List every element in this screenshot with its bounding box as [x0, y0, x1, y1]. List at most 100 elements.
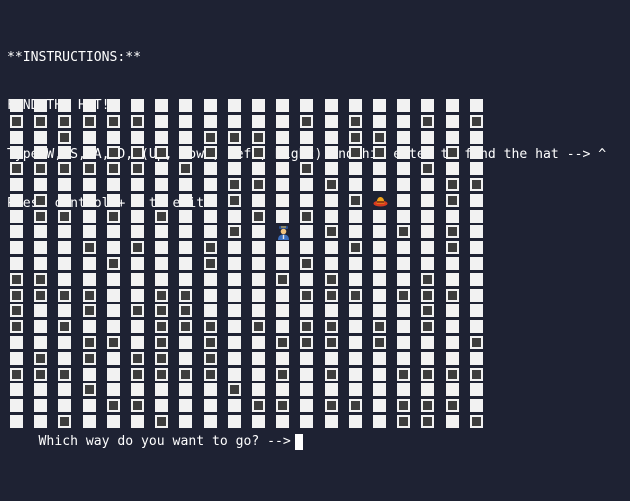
field-cell [131, 225, 144, 239]
field-cell [227, 272, 241, 286]
hole-cell [106, 399, 120, 413]
field-cell [445, 415, 459, 428]
field-cell [252, 367, 265, 381]
hole-cell [276, 336, 290, 349]
hole-cell [397, 415, 411, 428]
text-cursor[interactable] [294, 434, 303, 450]
field-cell [82, 146, 96, 160]
field-cell [10, 241, 23, 255]
field-cell [373, 99, 386, 112]
hole-cell [397, 288, 411, 302]
field-cell [324, 241, 338, 255]
field-cell [300, 225, 314, 239]
field-cell [227, 320, 241, 334]
hole-cell [155, 351, 169, 365]
field-cell [445, 336, 459, 349]
field-cell [397, 383, 411, 397]
field-cell [10, 99, 23, 112]
field-cell [252, 99, 265, 112]
hole-cell [324, 225, 338, 239]
field-cell [373, 415, 386, 428]
hole-cell [82, 241, 96, 255]
hole-cell [34, 272, 48, 286]
field-cell [34, 225, 48, 239]
hole-cell [227, 225, 241, 239]
field-cell [106, 178, 120, 191]
input-prompt[interactable]: Which way do you want to go? --> [7, 418, 303, 466]
field-cell [324, 146, 338, 160]
field-cell [82, 320, 96, 334]
field-cell [373, 351, 386, 365]
field-cell [324, 383, 338, 397]
field-cell [58, 146, 72, 160]
hole-cell [300, 209, 314, 223]
field-cell [397, 114, 411, 128]
hole-cell [34, 351, 48, 365]
field-cell [445, 320, 459, 334]
field-cell [348, 320, 362, 334]
field-cell [324, 162, 338, 176]
field-cell [397, 130, 411, 144]
hole-cell [276, 367, 290, 381]
hole-cell [276, 399, 290, 413]
field-cell [421, 193, 435, 207]
field-cell [348, 383, 362, 397]
hole-cell [421, 367, 435, 381]
field-cell [179, 257, 193, 270]
field-cell [324, 351, 338, 365]
hole-cell [300, 288, 314, 302]
field-cell [227, 99, 241, 112]
field-cell [469, 99, 483, 112]
instructions-heading: **INSTRUCTIONS:** [7, 49, 142, 65]
field-cell [397, 146, 411, 160]
field-cell [252, 383, 265, 397]
hole-cell [469, 178, 483, 191]
field-cell [469, 209, 483, 223]
hole-cell [179, 288, 193, 302]
field-cell [34, 241, 48, 255]
hole-cell [34, 209, 48, 223]
field-cell [252, 288, 265, 302]
field-cell [203, 399, 217, 413]
field-cell [179, 130, 193, 144]
field-cell [227, 209, 241, 223]
hole-cell [10, 272, 23, 286]
field-cell [227, 162, 241, 176]
hole-cell [34, 114, 48, 128]
hole-cell [300, 320, 314, 334]
field-cell [276, 162, 290, 176]
field-cell [179, 193, 193, 207]
field-cell [445, 351, 459, 365]
field-cell [227, 114, 241, 128]
field-cell [179, 225, 193, 239]
field-cell [252, 114, 265, 128]
field-cell [179, 146, 193, 160]
field-cell [155, 130, 169, 144]
field-cell [34, 320, 48, 334]
field-cell [34, 178, 48, 191]
field-cell [373, 225, 386, 239]
hole-cell [421, 288, 435, 302]
field-cell [227, 304, 241, 318]
field-cell [10, 336, 23, 349]
hole-cell [131, 351, 144, 365]
field-cell [276, 383, 290, 397]
field-cell [131, 99, 144, 112]
hole-cell [106, 209, 120, 223]
field-cell [276, 114, 290, 128]
field-cell [445, 209, 459, 223]
field-cell [131, 288, 144, 302]
field-cell [397, 178, 411, 191]
hole-cell [445, 178, 459, 191]
hole-cell [324, 178, 338, 191]
hole-cell [155, 288, 169, 302]
field-cell [324, 415, 338, 428]
field-cell [82, 225, 96, 239]
hat-cell [373, 194, 388, 207]
field-cell [34, 130, 48, 144]
hole-cell [131, 304, 144, 318]
hole-cell [155, 304, 169, 318]
field-cell [469, 241, 483, 255]
hat-icon [373, 196, 388, 207]
hole-cell [155, 209, 169, 223]
